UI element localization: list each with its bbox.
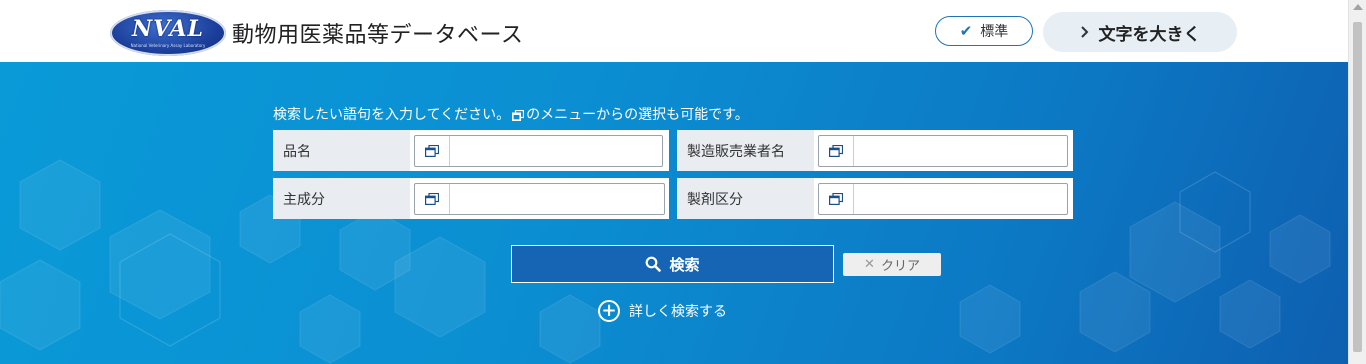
formulation-category-label: 製剤区分 xyxy=(677,178,814,219)
font-size-standard-button[interactable]: ✔ 標準 xyxy=(935,16,1033,46)
search-button[interactable]: 検索 xyxy=(511,245,834,283)
site-title: 動物用医薬品等データベース xyxy=(232,23,524,48)
clear-button[interactable]: ✕ クリア xyxy=(843,253,941,276)
field-row-manufacturer: 製造販売業者名 xyxy=(677,130,1073,171)
instruction-text-before: 検索したい語句を入力してください。 xyxy=(273,107,511,123)
main-ingredient-field[interactable] xyxy=(414,182,665,215)
manufacturer-field[interactable] xyxy=(818,134,1068,167)
product-name-field[interactable] xyxy=(414,134,663,167)
vertical-scrollbar[interactable] xyxy=(1348,0,1366,364)
window-menu-icon xyxy=(512,109,525,121)
advanced-search-label: 詳しく検索する xyxy=(629,304,727,320)
scrollbar-thumb[interactable] xyxy=(1353,22,1362,352)
search-button-label: 検索 xyxy=(669,255,700,274)
clear-button-label: クリア xyxy=(880,259,920,274)
font-size-large-label: 文字を大きく xyxy=(1098,24,1201,45)
search-panel: 検索したい語句を入力してください。 のメニューからの選択も可能です。 品名 製造… xyxy=(0,62,1348,364)
instruction-text-after: のメニューからの選択も可能です。 xyxy=(526,107,749,123)
window-menu-icon[interactable] xyxy=(415,183,450,214)
main-ingredient-input[interactable] xyxy=(451,185,662,214)
font-size-standard-label: 標準 xyxy=(980,24,1009,40)
window-menu-icon[interactable] xyxy=(819,183,854,214)
field-row-formulation-category: 製剤区分 xyxy=(677,178,1073,219)
main-ingredient-label: 主成分 xyxy=(273,178,410,219)
check-icon: ✔ xyxy=(959,22,973,40)
font-size-large-button[interactable]: 文字を大きく xyxy=(1043,12,1237,52)
search-instruction: 検索したい語句を入力してください。 のメニューからの選択も可能です。 xyxy=(273,104,749,124)
product-name-label: 品名 xyxy=(273,130,410,171)
logo-text: NVAL xyxy=(131,16,204,42)
field-row-main-ingredient: 主成分 xyxy=(273,178,669,219)
formulation-category-input[interactable] xyxy=(855,185,1065,214)
site-header: NVAL National Veterinary Assay Laborator… xyxy=(0,0,1348,62)
scroll-up-arrow-icon[interactable] xyxy=(1353,4,1363,10)
chevron-right-icon xyxy=(1080,23,1089,42)
logo-subtext: National Veterinary Assay Laboratory xyxy=(130,43,206,48)
close-icon: ✕ xyxy=(864,257,875,272)
window-menu-icon[interactable] xyxy=(415,135,450,166)
formulation-category-field[interactable] xyxy=(818,182,1068,215)
advanced-search-link[interactable]: + 詳しく検索する xyxy=(598,300,727,322)
manufacturer-input[interactable] xyxy=(855,137,1065,166)
plus-circle-icon: + xyxy=(598,300,620,322)
window-menu-icon[interactable] xyxy=(819,135,854,166)
nval-logo[interactable]: NVAL National Veterinary Assay Laborator… xyxy=(110,10,226,56)
product-name-input[interactable] xyxy=(451,137,660,166)
manufacturer-label: 製造販売業者名 xyxy=(677,130,814,171)
search-icon xyxy=(646,256,662,272)
field-row-product-name: 品名 xyxy=(273,130,669,171)
